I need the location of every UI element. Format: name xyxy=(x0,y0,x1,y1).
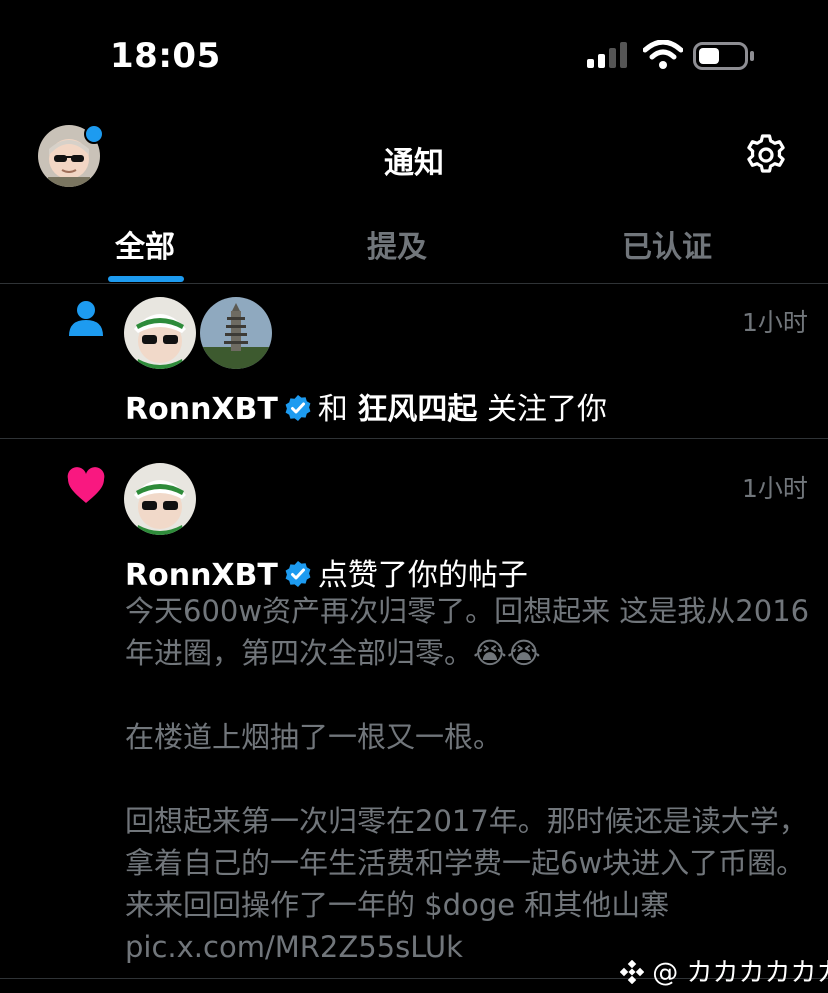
battery-icon xyxy=(693,42,754,70)
username[interactable]: RonnXBT xyxy=(125,392,278,427)
timestamp: 1小时 xyxy=(742,474,808,503)
action-text: 关注了你 xyxy=(486,392,607,427)
username[interactable]: 狂风四起 xyxy=(357,392,477,427)
avatar[interactable] xyxy=(200,297,272,369)
verified-badge-icon xyxy=(285,395,311,421)
tab-all[interactable]: 全部 xyxy=(115,222,175,266)
status-time: 18:05 xyxy=(110,36,221,76)
wifi-icon xyxy=(643,40,683,69)
active-tab-indicator xyxy=(108,276,184,282)
post-preview-text[interactable]: 今天600w资产再次归零了。回想起来 这是我从2016年进圈，第四次全部归零。😭… xyxy=(125,590,815,968)
notification-text: RonnXBT 和 狂风四起 关注了你 xyxy=(125,384,607,428)
page-title: 通知 xyxy=(384,146,444,181)
action-text: 点赞了你的帖子 xyxy=(317,558,528,593)
person-follow-icon xyxy=(69,301,103,336)
settings-gear-icon[interactable] xyxy=(744,133,788,177)
avatar[interactable] xyxy=(124,463,196,535)
timestamp: 1小时 xyxy=(742,308,808,337)
cellular-signal-icon xyxy=(587,42,627,68)
verified-badge-icon xyxy=(285,561,311,587)
notification-text: RonnXBT 点赞了你的帖子 xyxy=(125,550,528,594)
username[interactable]: RonnXBT xyxy=(125,558,278,593)
tab-verified[interactable]: 已认证 xyxy=(622,222,712,266)
connector-text: 和 xyxy=(317,392,348,427)
watermark: @ カカカカカカ xyxy=(619,952,828,989)
avatar[interactable] xyxy=(124,297,196,369)
notification-follow[interactable]: 1小时 RonnXBT 和 狂风四起 关注了你 xyxy=(0,284,828,438)
heart-icon xyxy=(67,467,105,503)
watermark-text: @ カカカカカカ xyxy=(652,958,828,988)
binance-logo-icon xyxy=(619,959,645,985)
tab-mentions[interactable]: 提及 xyxy=(367,222,427,266)
